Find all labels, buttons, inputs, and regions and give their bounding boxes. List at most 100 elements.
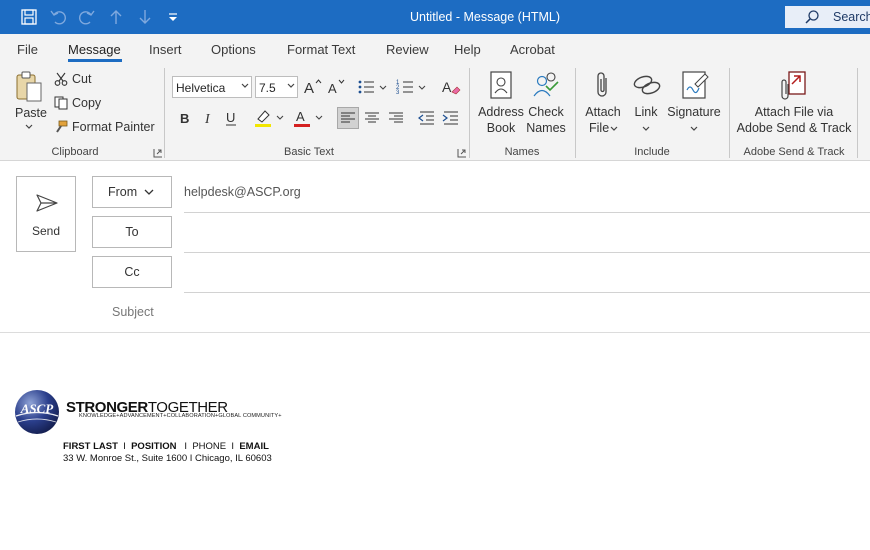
subject-label: Subject xyxy=(112,305,154,319)
attach-via-adobe-button[interactable]: Attach File via xyxy=(734,105,854,119)
tab-message[interactable]: Message xyxy=(68,42,121,57)
link-chevron-icon[interactable] xyxy=(642,126,650,132)
check-names-button[interactable]: Check xyxy=(521,105,571,119)
format-painter-button[interactable]: Format Painter xyxy=(72,120,155,134)
format-painter-icon xyxy=(54,120,68,134)
clear-formatting-icon[interactable]: A xyxy=(440,76,462,98)
cc-button[interactable]: Cc xyxy=(92,256,172,288)
tab-help[interactable]: Help xyxy=(454,42,481,57)
ascp-logo: ASCP xyxy=(14,389,60,435)
subject-input[interactable] xyxy=(184,296,870,330)
from-button[interactable]: From xyxy=(92,176,172,208)
attach-via-adobe-label-line2[interactable]: Adobe Send & Track xyxy=(734,121,854,135)
names-group-label: Names xyxy=(504,146,540,158)
svg-text:A: A xyxy=(296,109,305,124)
active-tab-indicator xyxy=(68,59,122,62)
svg-text:A: A xyxy=(304,80,314,97)
title-bar: Untitled - Message (HTML) Search xyxy=(0,0,870,34)
highlight-color-button[interactable] xyxy=(253,107,287,129)
tab-options[interactable]: Options xyxy=(211,42,256,57)
decrease-indent-icon[interactable] xyxy=(416,107,438,129)
clipboard-group-label: Clipboard xyxy=(51,146,99,158)
tab-review[interactable]: Review xyxy=(386,42,429,57)
from-field-underline xyxy=(184,212,870,213)
paste-button[interactable] xyxy=(14,71,44,103)
bullets-icon[interactable] xyxy=(356,76,390,98)
svg-text:U: U xyxy=(226,110,235,125)
link-icon xyxy=(632,72,662,98)
check-names-icon xyxy=(531,70,561,100)
to-button[interactable]: To xyxy=(92,216,172,248)
send-label: Send xyxy=(31,224,61,238)
tab-format-text[interactable]: Format Text xyxy=(287,42,355,57)
svg-text:B: B xyxy=(180,111,189,126)
signature-contact-line: FIRST LAST I POSITION I PHONE I EMAIL xyxy=(63,441,269,452)
svg-text:3: 3 xyxy=(396,90,400,96)
align-right-button[interactable] xyxy=(385,107,407,129)
basic-text-group-label: Basic Text xyxy=(284,146,334,158)
adobe-send-track-icon xyxy=(779,70,809,100)
clipboard-launcher-icon[interactable] xyxy=(153,148,163,158)
link-button[interactable]: Link xyxy=(626,105,666,119)
send-icon xyxy=(35,193,59,213)
increase-font-size-icon[interactable]: A xyxy=(302,76,324,98)
tab-acrobat[interactable]: Acrobat xyxy=(510,42,555,57)
address-book-label-line2[interactable]: Book xyxy=(476,121,526,135)
check-names-label-line2[interactable]: Names xyxy=(521,121,571,135)
basic-text-launcher-icon[interactable] xyxy=(457,148,467,158)
paste-dropdown-chevron-icon[interactable] xyxy=(25,124,33,130)
address-book-icon xyxy=(488,70,514,100)
to-input[interactable] xyxy=(184,216,870,250)
font-name-select[interactable]: Helvetica xyxy=(172,76,252,98)
attach-file-button[interactable]: Attach xyxy=(579,105,627,119)
tab-file[interactable]: File xyxy=(17,42,38,57)
include-group-label: Include xyxy=(634,146,670,158)
svg-text:A: A xyxy=(328,81,337,96)
align-center-button[interactable] xyxy=(361,107,383,129)
search-icon xyxy=(804,9,820,25)
underline-button[interactable]: U xyxy=(221,107,243,129)
italic-button[interactable]: I xyxy=(198,107,220,129)
address-book-button[interactable]: Address xyxy=(476,105,526,119)
font-color-button[interactable]: A xyxy=(292,107,326,129)
search-label: Search xyxy=(833,10,870,24)
align-left-button[interactable] xyxy=(337,107,359,129)
ribbon-separator xyxy=(575,68,576,158)
signature-chevron-icon[interactable] xyxy=(690,126,698,132)
search-box[interactable]: Search xyxy=(785,6,870,28)
to-field-underline xyxy=(184,252,870,253)
paperclip-icon xyxy=(592,70,614,100)
decrease-font-size-icon[interactable]: A xyxy=(326,76,348,98)
cc-field-underline xyxy=(184,292,870,293)
svg-text:ASCP: ASCP xyxy=(20,401,55,416)
ribbon-separator xyxy=(729,68,730,158)
svg-text:I: I xyxy=(204,112,211,127)
bold-button[interactable]: B xyxy=(175,107,197,129)
clipboard-icon xyxy=(14,71,44,103)
ribbon-tabs: File Message Insert Options Format Text … xyxy=(0,34,870,64)
cc-input[interactable] xyxy=(184,256,870,290)
attach-file-chevron-icon[interactable] xyxy=(610,126,618,132)
font-size-select[interactable]: 7.5 xyxy=(255,76,298,98)
copy-icon xyxy=(54,96,68,110)
font-name-value: Helvetica xyxy=(176,81,226,95)
ribbon-separator xyxy=(469,68,470,158)
from-label: From xyxy=(108,185,138,199)
signature-button[interactable]: Signature xyxy=(664,105,724,119)
paste-label[interactable]: Paste xyxy=(15,106,47,120)
tab-insert[interactable]: Insert xyxy=(149,42,182,57)
chevron-down-icon xyxy=(144,189,154,196)
window-title: Untitled - Message (HTML) xyxy=(409,10,561,24)
cut-button[interactable]: Cut xyxy=(72,72,91,86)
signature-address-line: 33 W. Monroe St., Suite 1600 I Chicago, … xyxy=(63,453,272,464)
chevron-down-icon xyxy=(287,83,295,89)
signature-subline: KNOWLEDGE+ADVANCEMENT+COLLABORATION+GLOB… xyxy=(79,413,282,419)
ribbon-separator xyxy=(857,68,858,158)
font-size-value: 7.5 xyxy=(259,81,276,95)
attach-file-label-line2[interactable]: File xyxy=(589,121,609,135)
from-address: helpdesk@ASCP.org xyxy=(184,185,301,199)
numbering-icon[interactable]: 123 xyxy=(395,76,429,98)
send-button[interactable]: Send xyxy=(16,176,76,252)
increase-indent-icon[interactable] xyxy=(440,107,462,129)
copy-button[interactable]: Copy xyxy=(72,96,101,110)
